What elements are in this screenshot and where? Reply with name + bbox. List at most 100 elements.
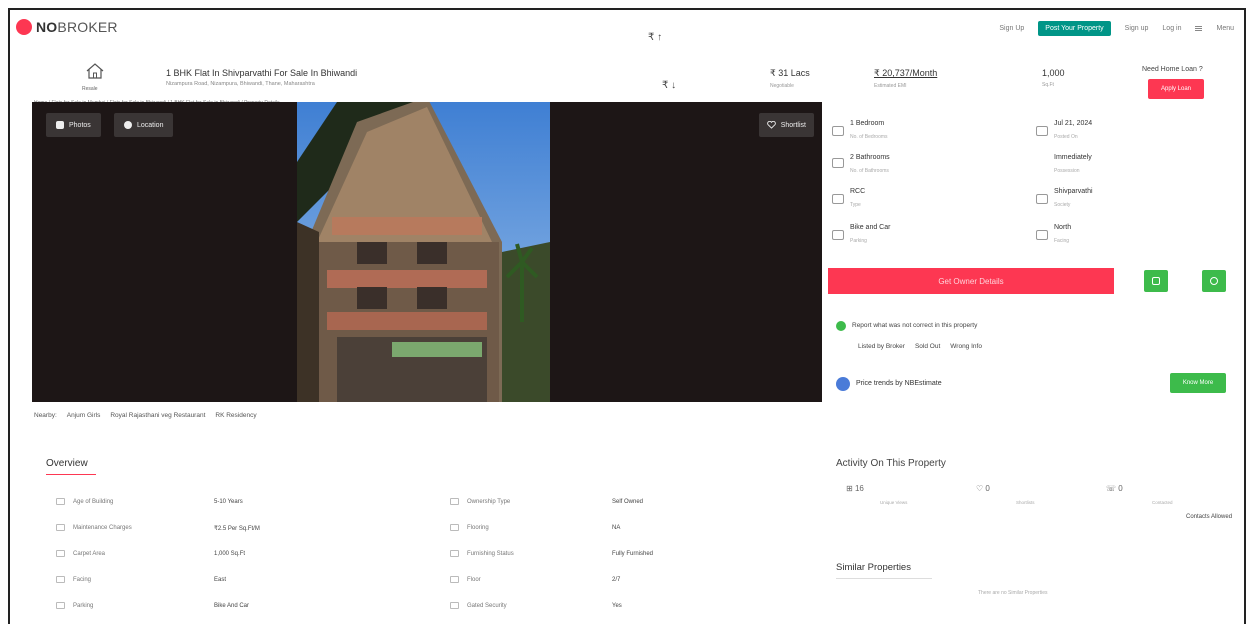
detail-label: Type — [850, 202, 861, 208]
photos-label: Photos — [69, 121, 91, 129]
detail-label: Possession — [1054, 168, 1080, 174]
overview-row: Parking — [56, 602, 93, 609]
maintenance-icon — [56, 524, 65, 531]
nearby-item[interactable]: Royal Rajasthani veg Restaurant — [110, 412, 205, 419]
heart-icon — [766, 121, 776, 129]
similar-underline — [836, 578, 932, 579]
photos-button[interactable]: Photos — [46, 113, 101, 137]
area-unit: Sq.Ft — [1042, 82, 1054, 88]
overview-value: Bike And Car — [214, 603, 250, 609]
structure-icon — [832, 194, 844, 204]
top-bar: NOBROKER Sign Up Post Your Property Sign… — [10, 10, 1244, 48]
menu-label[interactable]: Menu — [1216, 25, 1234, 32]
car-icon — [56, 602, 65, 609]
trend-icon — [836, 377, 850, 391]
signup-link[interactable]: Sign Up — [999, 25, 1024, 32]
location-button[interactable]: Location — [114, 113, 174, 137]
contacted-stat: ☏ 0 — [1106, 484, 1123, 493]
detail-value: 1 Bedroom — [850, 120, 885, 127]
report-option[interactable]: Wrong Info — [950, 343, 982, 350]
overview-row: Furnishing Status — [450, 550, 514, 557]
share-button[interactable] — [1202, 270, 1226, 292]
home-loan-question: Need Home Loan ? — [1142, 66, 1203, 73]
shortlist-button[interactable]: Shortlist — [758, 113, 814, 137]
overview-value: East — [214, 577, 227, 583]
home-icon — [86, 63, 104, 79]
detail-label: Posted On — [1054, 134, 1078, 140]
overview-row: Ownership Type — [450, 498, 510, 505]
property-address: Nizampura Road, Nizampura, Bhiwandi, Tha… — [166, 81, 315, 87]
area-value: 1,000 — [1042, 68, 1065, 78]
sofa-icon — [450, 550, 459, 557]
overview-value: 2/7 — [612, 577, 621, 583]
security-icon — [450, 602, 459, 609]
ownership-icon — [450, 498, 459, 505]
overview-row: Gated Security — [450, 602, 507, 609]
bed-icon — [832, 126, 844, 136]
login-link[interactable]: Log in — [1162, 25, 1181, 32]
nearby-places: Nearby: Anjum Girls Royal Rajasthani veg… — [34, 412, 257, 419]
nearby-item[interactable]: Anjum Girls — [67, 412, 101, 419]
signup-link-2[interactable]: Sign up — [1125, 25, 1149, 32]
post-property-button[interactable]: Post Your Property — [1038, 21, 1111, 36]
overview-value: Fully Furnished — [612, 551, 654, 557]
emi-value[interactable]: ₹ 20,737/Month — [874, 68, 937, 79]
location-label: Location — [137, 121, 164, 129]
bookmark-icon — [1152, 277, 1160, 285]
apply-loan-button[interactable]: Apply Loan — [1148, 79, 1204, 99]
bath-icon — [832, 158, 844, 168]
overview-value: ₹2.5 Per Sq.Ft/M — [214, 526, 260, 532]
photo-gallery[interactable]: Photos Location Shortlist — [32, 102, 822, 402]
top-links: Sign Up Post Your Property Sign up Log i… — [999, 21, 1234, 36]
overview-row: Carpet Area — [56, 550, 105, 557]
report-option[interactable]: Sold Out — [915, 343, 940, 350]
save-button[interactable] — [1144, 270, 1168, 292]
overview-row: Flooring — [450, 524, 489, 531]
views-label: Unique Views — [880, 500, 908, 505]
facing-icon — [1036, 230, 1048, 240]
get-owner-details-button[interactable]: Get Owner Details — [828, 268, 1114, 294]
detail-value: 2 Bathrooms — [850, 154, 890, 161]
overview-row: Floor — [450, 576, 481, 583]
shortlist-count-label: Shortlists — [1016, 500, 1035, 505]
detail-value: Bike and Car — [850, 224, 891, 231]
nearby-item[interactable]: RK Residency — [215, 412, 256, 419]
emi-block[interactable]: ₹ 20,737/Month Estimated EMI — [874, 68, 937, 89]
detail-value: North — [1054, 224, 1072, 231]
report-icon — [836, 321, 846, 331]
detail-label: No. of Bathrooms — [850, 168, 889, 174]
overview-row: Facing — [56, 576, 91, 583]
flooring-icon — [450, 524, 459, 531]
building-image — [297, 102, 550, 402]
menu-icon[interactable] — [1195, 26, 1203, 31]
report-option[interactable]: Listed by Broker — [858, 343, 905, 350]
overview-value: 5-10 Years — [214, 499, 243, 505]
price-value: ₹ 31 Lacs — [770, 68, 810, 78]
overview-underline — [46, 474, 96, 475]
activity-title: Activity On This Property — [836, 458, 946, 469]
know-more-button[interactable]: Know More — [1170, 373, 1226, 393]
page-frame: NOBROKER Sign Up Post Your Property Sign… — [8, 8, 1246, 624]
overview-value: NA — [612, 525, 621, 531]
property-photo[interactable] — [297, 102, 550, 402]
overview-value: 1,000 Sq.Ft — [214, 551, 246, 557]
overview-row: Age of Building — [56, 498, 113, 505]
detail-label: No. of Bedrooms — [850, 134, 888, 140]
report-options: Listed by Broker Sold Out Wrong Info — [858, 343, 982, 350]
price-negotiable: Negotiable — [770, 83, 794, 89]
nearby-label: Nearby: — [34, 412, 57, 419]
detail-label: Parking — [850, 238, 867, 244]
location-icon — [124, 121, 132, 129]
report-text: Report what was not correct in this prop… — [852, 322, 978, 329]
logo-icon — [16, 19, 32, 35]
logo[interactable]: NOBROKER — [16, 19, 118, 35]
shortlist-stat: ♡ 0 — [976, 484, 990, 493]
logo-text-main: NO — [36, 19, 58, 35]
contacted-label: Contacted — [1152, 500, 1173, 505]
society-icon — [1036, 194, 1048, 204]
similar-empty-text: There are no Similar Properties — [978, 590, 1048, 596]
overview-value: Self Owned — [612, 499, 644, 505]
detail-value: Jul 21, 2024 — [1054, 120, 1093, 127]
overview-value: Yes — [612, 603, 622, 609]
contacts-allowed-link[interactable]: Contacts Allowed — [1186, 514, 1232, 520]
